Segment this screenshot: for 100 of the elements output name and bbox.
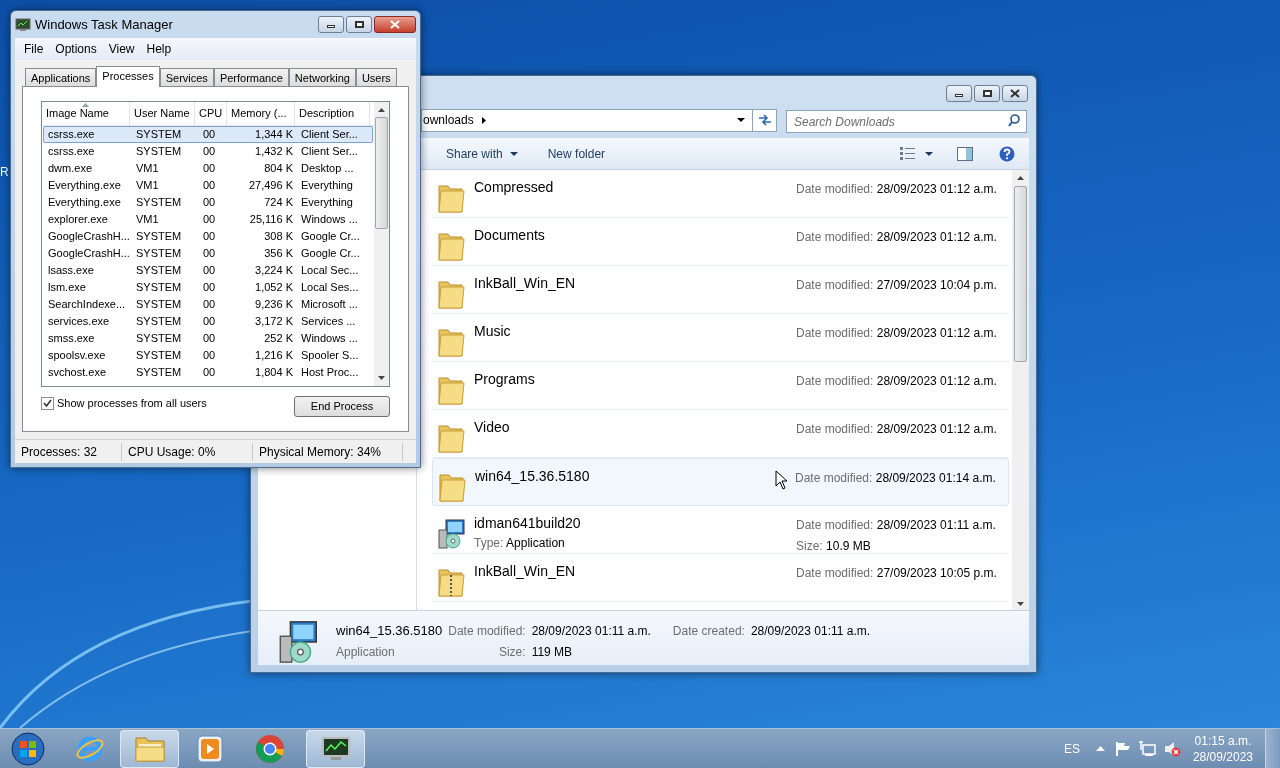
file-item[interactable]: InkBall_Win_EN Date modified: 27/09/2023 10:05 p.m. <box>432 554 1009 602</box>
process-row[interactable]: SearchIndexe... SYSTEM 00 9,236 K Microsoft ... <box>43 296 373 313</box>
process-row[interactable]: services.exe SYSTEM 00 3,172 K Services ... <box>43 313 373 330</box>
help-icon[interactable] <box>999 145 1015 162</box>
process-row[interactable]: GoogleCrashH... SYSTEM 00 308 K Google Cr... <box>43 228 373 245</box>
dropdown-arrow-icon[interactable] <box>737 118 745 122</box>
process-row[interactable]: dwm.exe VM1 00 804 K Desktop ... <box>43 160 373 177</box>
file-name: win64_15.36.5180 <box>475 467 590 485</box>
column-header[interactable]: CPU <box>195 102 227 125</box>
file-size: Size: 10.9 MB <box>796 538 872 555</box>
muted-speaker-icon[interactable] <box>1163 740 1181 757</box>
taskbar-button[interactable] <box>306 729 365 768</box>
process-row[interactable]: explorer.exe VM1 00 25,116 K Windows ... <box>43 211 373 228</box>
table-cell-text: 27,496 K <box>247 178 294 193</box>
table-cell-text: Everything.exe <box>47 195 122 210</box>
monitor-icon <box>320 735 351 762</box>
address-bar[interactable]: ownloads <box>421 108 777 132</box>
menu-item[interactable]: File <box>19 40 49 58</box>
process-row[interactable]: csrss.exe SYSTEM 00 1,344 K Client Ser... <box>43 126 373 143</box>
table-cell-text: Local Ses... <box>300 280 360 295</box>
file-item[interactable]: Compressed Date modified: 28/09/2023 01:12 a.m. <box>432 170 1009 218</box>
file-item[interactable]: idman641build20 Type: Application Date modified: 28/09/2023 01:11 a.m. Size: 10.9 MB <box>432 506 1009 554</box>
folder-icon <box>436 230 466 262</box>
process-row[interactable]: GoogleCrashH... SYSTEM 00 356 K Google Cr... <box>43 245 373 262</box>
view-list-icon[interactable] <box>900 146 915 161</box>
close-button[interactable] <box>1002 85 1028 102</box>
network-icon[interactable] <box>1138 740 1156 757</box>
maximize-button[interactable] <box>346 16 372 33</box>
table-cell-text: spoolsv.exe <box>47 348 107 363</box>
column-header[interactable]: Memory (... <box>227 102 295 125</box>
checkbox[interactable] <box>41 396 54 410</box>
tab[interactable]: Services <box>159 68 214 86</box>
tab[interactable]: Users <box>355 68 397 86</box>
desktop-icon-label[interactable]: R <box>0 163 9 181</box>
preview-pane-icon[interactable] <box>957 146 973 161</box>
up-arrow-icon[interactable] <box>1095 746 1105 751</box>
file-item[interactable]: Music Date modified: 28/09/2023 01:12 a.m. <box>432 314 1009 362</box>
toolbar-button[interactable]: Share with <box>446 144 518 163</box>
refresh-icon <box>757 114 772 126</box>
scroll-down-arrow-icon[interactable] <box>1017 602 1024 606</box>
table-cell-text: 00 <box>202 178 217 193</box>
scroll-up-arrow-icon[interactable] <box>378 108 385 112</box>
process-row[interactable]: spoolsv.exe SYSTEM 00 1,216 K Spooler S... <box>43 347 373 364</box>
caret-icon <box>509 151 518 156</box>
process-row[interactable]: lsm.exe SYSTEM 00 1,052 K Local Ses... <box>43 279 373 296</box>
scroll-up-arrow-icon[interactable] <box>1017 176 1024 180</box>
folder-icon <box>437 471 467 503</box>
scrollbar[interactable] <box>1012 170 1029 610</box>
table-cell-text: dwm.exe <box>47 161 94 176</box>
maximize-button[interactable] <box>974 85 1000 102</box>
toolbar-button[interactable]: New folder <box>547 144 606 163</box>
close-button[interactable] <box>374 16 416 33</box>
menu-item[interactable]: View <box>103 40 140 58</box>
file-type: Type: Application <box>474 535 566 552</box>
table-cell-text: SYSTEM <box>135 127 183 142</box>
menu-item[interactable]: Help <box>141 40 177 58</box>
file-name: idman641build20 <box>474 514 581 532</box>
column-header[interactable]: Image Name <box>42 102 130 125</box>
tab[interactable]: Processes <box>96 66 160 87</box>
minimize-button[interactable] <box>318 16 344 33</box>
table-cell-text: Google Cr... <box>300 246 361 261</box>
tab[interactable]: Applications <box>25 68 97 86</box>
process-row[interactable]: svchost.exe SYSTEM 00 1,804 K Host Proc... <box>43 364 373 381</box>
table-cell-text: 00 <box>202 297 217 312</box>
table-cell-text: services.exe <box>47 314 111 329</box>
tab[interactable]: Performance <box>213 68 289 86</box>
process-row[interactable]: csrss.exe SYSTEM 00 1,432 K Client Ser... <box>43 143 373 160</box>
menu-item[interactable]: Options <box>50 40 102 58</box>
details-label: Date created: <box>672 623 745 640</box>
end-process-button[interactable]: End Process <box>294 396 390 417</box>
table-cell-text: Desktop ... <box>300 161 355 176</box>
file-item[interactable]: win64_15.36.5180 Date modified: 28/09/2023 01:14 a.m. <box>432 458 1009 506</box>
table-cell-text: 308 K <box>263 229 294 244</box>
table-cell-text: 252 K <box>263 331 294 346</box>
caret-icon[interactable] <box>925 151 933 156</box>
process-row[interactable]: smss.exe SYSTEM 00 252 K Windows ... <box>43 330 373 347</box>
table-cell-text: SYSTEM <box>135 348 183 363</box>
flag-icon[interactable] <box>1114 740 1131 757</box>
file-name: InkBall_Win_EN <box>474 274 576 292</box>
table-cell-text: Local Sec... <box>300 263 360 278</box>
table-cell-text: 00 <box>202 246 217 261</box>
process-row[interactable]: Everything.exe SYSTEM 00 724 K Everything <box>43 194 373 211</box>
scroll-down-arrow-icon[interactable] <box>378 376 385 380</box>
table-cell-text: lsm.exe <box>47 280 87 295</box>
table-cell-text: 00 <box>202 314 217 329</box>
file-item[interactable]: InkBall_Win_EN Date modified: 27/09/2023 10:04 p.m. <box>432 266 1009 314</box>
file-item[interactable]: Documents Date modified: 28/09/2023 01:12 a.m. <box>432 218 1009 266</box>
minimize-button[interactable] <box>946 85 972 102</box>
file-item[interactable]: Programs Date modified: 28/09/2023 01:12 a.m. <box>432 362 1009 410</box>
table-cell-text: Everything <box>300 195 354 210</box>
window-title: Windows Task Manager <box>35 15 173 34</box>
process-row[interactable]: lsass.exe SYSTEM 00 3,224 K Local Sec... <box>43 262 373 279</box>
column-header[interactable]: Description <box>295 102 370 125</box>
tab[interactable]: Networking <box>288 68 356 86</box>
scrollbar[interactable] <box>374 102 389 386</box>
table-cell-text: GoogleCrashH... <box>47 229 131 244</box>
process-row[interactable]: Everything.exe VM1 00 27,496 K Everything <box>43 177 373 194</box>
table-cell-text: 724 K <box>263 195 294 210</box>
column-header[interactable]: User Name <box>130 102 195 125</box>
search-field[interactable]: Search Downloads <box>786 110 1027 133</box>
